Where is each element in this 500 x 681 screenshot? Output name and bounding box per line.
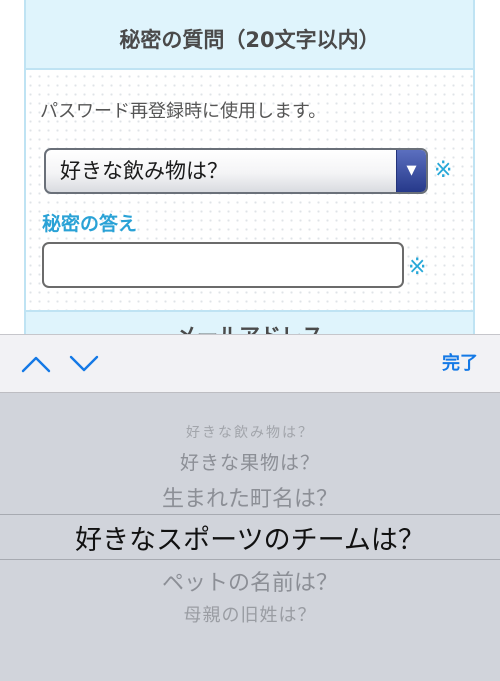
done-button[interactable]: 完了: [442, 335, 478, 393]
selection-divider: [0, 514, 500, 515]
required-mark: ※: [408, 255, 427, 280]
next-field-button[interactable]: [68, 348, 100, 380]
previous-field-button[interactable]: [20, 348, 52, 380]
picker-option[interactable]: ペットの名前は？: [0, 565, 500, 597]
dropdown-arrow-icon[interactable]: ▼: [396, 150, 426, 192]
picker-option[interactable]: 母親の旧姓は？: [0, 601, 500, 627]
chevron-up-icon: [21, 356, 51, 373]
keyboard-accessory-bar: 完了: [0, 334, 500, 393]
secret-answer-input[interactable]: [42, 242, 404, 288]
picker-option[interactable]: 生まれた町名は？: [0, 481, 500, 513]
picker-option[interactable]: 好きな飲み物は？: [0, 422, 500, 442]
picker-option-selected[interactable]: 好きなスポーツのチームは？: [0, 518, 500, 557]
section-title-secret-question: 秘密の質問（20文字以内）: [26, 0, 473, 70]
selection-divider: [0, 559, 500, 560]
secret-question-select[interactable]: 好きな飲み物は？ ▼: [44, 148, 428, 194]
select-value: 好きな飲み物は？: [60, 159, 228, 183]
form-panel: 秘密の質問（20文字以内） パスワード再登録時に使用します。 好きな飲み物は？ …: [24, 0, 475, 334]
picker-option[interactable]: 好きな果物は？: [0, 448, 500, 475]
answer-label: 秘密の答え: [42, 213, 138, 235]
picker-wheel[interactable]: 好きな飲み物は？ 好きな果物は？ 生まれた町名は？ 好きなスポーツのチームは？ …: [0, 393, 500, 681]
required-mark: ※: [434, 158, 453, 183]
web-page: 秘密の質問（20文字以内） パスワード再登録時に使用します。 好きな飲み物は？ …: [0, 0, 500, 334]
section-title-email: メールアドレス: [26, 310, 473, 334]
helper-text: パスワード再登録時に使用します。: [40, 101, 327, 122]
chevron-down-icon: [69, 355, 99, 372]
